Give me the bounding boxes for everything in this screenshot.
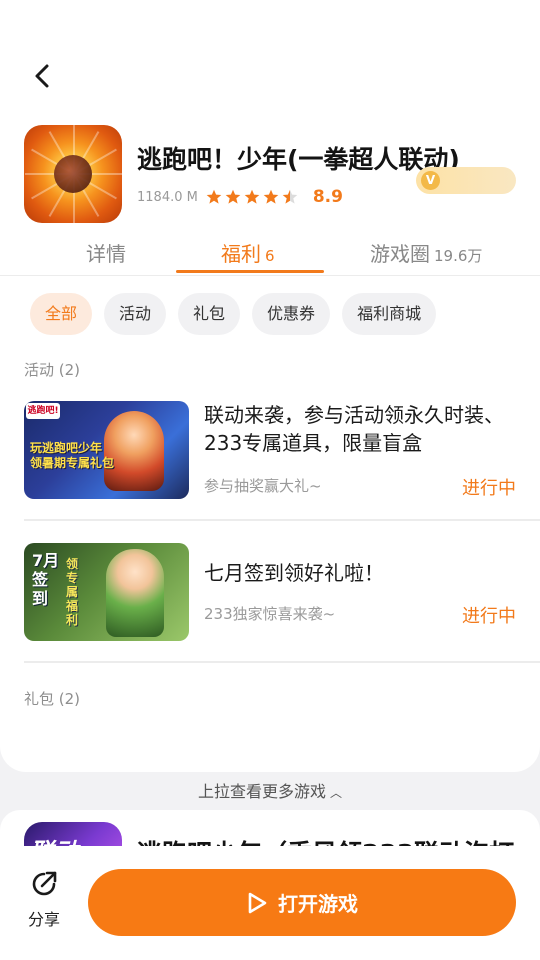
activity-thumbnail: 7月签到 领专属福利 xyxy=(24,543,189,641)
play-icon xyxy=(248,892,267,913)
activity-status: 进行中 xyxy=(462,478,516,499)
bottom-action-bar: 分享 打开游戏 xyxy=(0,846,540,960)
activity-title: 七月签到领好礼啦！ xyxy=(204,561,384,585)
tab-game-circle[interactable]: 游戏圈 19.6万 xyxy=(370,238,482,267)
tab-benefits[interactable]: 福利 6 xyxy=(221,238,275,267)
open-game-button[interactable]: 打开游戏 xyxy=(88,869,516,936)
divider xyxy=(24,661,540,663)
tab-benefits-label: 福利 xyxy=(221,242,261,266)
pull-up-label: 上拉查看更多游戏 xyxy=(197,782,326,801)
star-icon xyxy=(206,189,222,204)
tab-benefits-count: 6 xyxy=(265,247,275,265)
activity-subtitle: 参与抽奖赢大礼~ xyxy=(204,477,322,495)
star-icon xyxy=(244,189,260,204)
app-icon xyxy=(24,125,122,223)
rating-score: 8.9 xyxy=(312,187,343,207)
chevron-left-icon xyxy=(35,64,49,88)
filter-chip-coupon[interactable]: 优惠券 xyxy=(252,293,331,335)
open-game-label: 打开游戏 xyxy=(278,892,358,916)
activity-item[interactable]: 7月签到 领专属福利 七月签到领好礼啦！ 233独家惊喜来袭~ 进行中 xyxy=(24,543,516,643)
divider xyxy=(24,519,540,521)
rating-stars xyxy=(206,189,301,205)
vip-icon: V xyxy=(421,171,440,190)
section-label-activities: 活动 (2) xyxy=(24,361,81,379)
filter-chip-all[interactable]: 全部 xyxy=(30,293,93,335)
tab-underline xyxy=(176,270,324,273)
tab-game-circle-label: 游戏圈 xyxy=(370,242,430,266)
back-button[interactable] xyxy=(24,56,64,96)
filter-chip-store[interactable]: 福利商城 xyxy=(342,293,437,335)
vip-badge[interactable]: V xyxy=(416,167,516,194)
star-icon xyxy=(263,189,279,204)
tab-details-label: 详情 xyxy=(86,242,126,266)
tab-details[interactable]: 详情 xyxy=(86,238,126,267)
activity-title: 联动来袭，参与活动领永久时装、233专属道具，限量盲盒 xyxy=(204,403,504,455)
filter-chip-activity[interactable]: 活动 xyxy=(104,293,167,335)
share-label: 分享 xyxy=(27,910,60,929)
star-icon xyxy=(282,189,298,204)
activity-item[interactable]: 逃跑吧! 玩逃跑吧少年 领暑期专属礼包 联动来袭，参与活动领永久时装、233专属道… xyxy=(24,401,516,501)
chevron-up-icon: ︿ xyxy=(330,786,343,800)
share-button[interactable]: 分享 xyxy=(18,868,70,930)
app-size: 1184.0 M xyxy=(137,189,198,205)
app-meta: 1184.0 M 8.9 xyxy=(137,187,343,207)
activity-status: 进行中 xyxy=(462,606,516,627)
tab-bar: 详情 福利 6 游戏圈 19.6万 xyxy=(0,232,540,276)
game-detail-card: 逃跑吧！少年(一拳超人联动) V 1184.0 M 8.9 详情 福利 6 游戏圈… xyxy=(0,0,540,772)
activity-thumbnail: 逃跑吧! 玩逃跑吧少年 领暑期专属礼包 xyxy=(24,401,189,499)
share-icon xyxy=(32,871,57,896)
activity-subtitle: 233独家惊喜来袭~ xyxy=(204,605,336,623)
star-icon xyxy=(225,189,241,204)
section-label-gifts: 礼包 (2) xyxy=(24,690,81,708)
filter-chip-gift[interactable]: 礼包 xyxy=(178,293,241,335)
pull-up-more-games[interactable]: 上拉查看更多游戏 ︿ xyxy=(0,778,540,802)
tab-game-circle-count: 19.6万 xyxy=(434,247,483,265)
filter-chips: 全部 活动 礼包 优惠券 福利商城 xyxy=(30,293,448,335)
